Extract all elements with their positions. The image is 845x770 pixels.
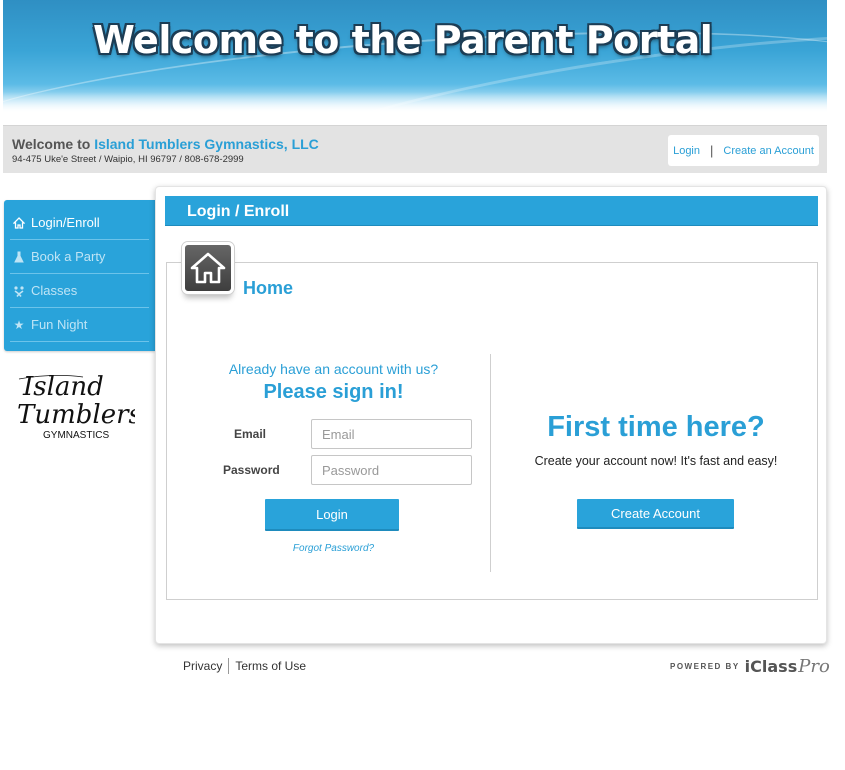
banner-title: Welcome to the Parent Portal [93, 18, 713, 62]
login-column: Already have an account with us? Please … [166, 355, 491, 573]
password-field[interactable] [311, 455, 472, 485]
main-panel: Login / Enroll Home Already have an acco… [155, 186, 827, 644]
column-divider [490, 354, 491, 572]
auth-links: Login | Create an Account [668, 135, 819, 166]
forgot-password-link[interactable]: Forgot Password? [166, 543, 501, 554]
privacy-link[interactable]: Privacy [183, 659, 222, 673]
business-name: Island Tumblers Gymnastics, LLC [94, 136, 319, 152]
signup-subtext: Create your account now! It's fast and e… [534, 454, 778, 468]
login-button[interactable]: Login [265, 499, 399, 531]
sidebar-item-login-enroll[interactable]: Login/Enroll [10, 206, 149, 240]
flask-icon [13, 251, 25, 263]
password-label: Password [223, 463, 280, 477]
first-time-heading: First time here? [547, 411, 765, 443]
sidebar-item-classes[interactable]: Classes [10, 274, 149, 308]
home-heading: Home [243, 278, 294, 298]
terms-link[interactable]: Terms of Use [235, 659, 306, 673]
email-field[interactable] [311, 419, 472, 449]
sign-in-heading: Please sign in! [263, 381, 404, 403]
create-account-button[interactable]: Create Account [577, 499, 734, 529]
existing-account-prompt: Already have an account with us? [228, 361, 439, 377]
sidebar-item-label: Login/Enroll [31, 215, 100, 230]
star-icon: ★ [13, 317, 25, 332]
business-bar: Welcome to Island Tumblers Gymnastics, L… [3, 125, 827, 173]
powered-by-badge[interactable]: POWERED BY iClass Pro [670, 654, 830, 678]
business-welcome: Welcome to Island Tumblers Gymnastics, L… [12, 136, 319, 152]
sidebar-item-label: Classes [31, 283, 78, 298]
portal-banner: Welcome to the Parent Portal [3, 0, 827, 112]
footer-links: Privacy Terms of Use [183, 658, 306, 674]
sidebar-item-book-a-party[interactable]: Book a Party [10, 240, 149, 274]
iclass-pro-suffix: Pro [798, 655, 830, 677]
powered-by-label: POWERED BY [670, 661, 740, 671]
logo-text-line2: Tumblers [17, 400, 135, 430]
sidebar-item-label: Fun Night [31, 317, 88, 332]
island-tumblers-logo: Island Tumblers GYMNASTICS [13, 365, 142, 445]
auth-separator: | [710, 143, 714, 158]
email-label: Email [234, 427, 267, 441]
logo-text-line3: GYMNASTICS [43, 430, 109, 441]
create-account-link[interactable]: Create an Account [723, 145, 814, 157]
footer-separator [228, 658, 230, 674]
home-icon [182, 242, 234, 294]
gymnast-icon [13, 285, 25, 297]
welcome-prefix: Welcome to [12, 136, 91, 152]
sidebar-item-fun-night[interactable]: ★ Fun Night [10, 308, 149, 342]
business-address: 94-475 Uke'e Street / Waipio, HI 96797 /… [12, 154, 244, 165]
banner-shine [3, 92, 827, 112]
home-icon [13, 216, 25, 229]
sidebar-nav: Login/Enroll Book a Party Classes ★ Fun … [4, 200, 155, 351]
sidebar-item-label: Book a Party [31, 249, 106, 264]
iclass-brand: iClass [744, 656, 798, 676]
section-titlebar: Login / Enroll [165, 196, 818, 226]
login-link[interactable]: Login [673, 145, 700, 157]
